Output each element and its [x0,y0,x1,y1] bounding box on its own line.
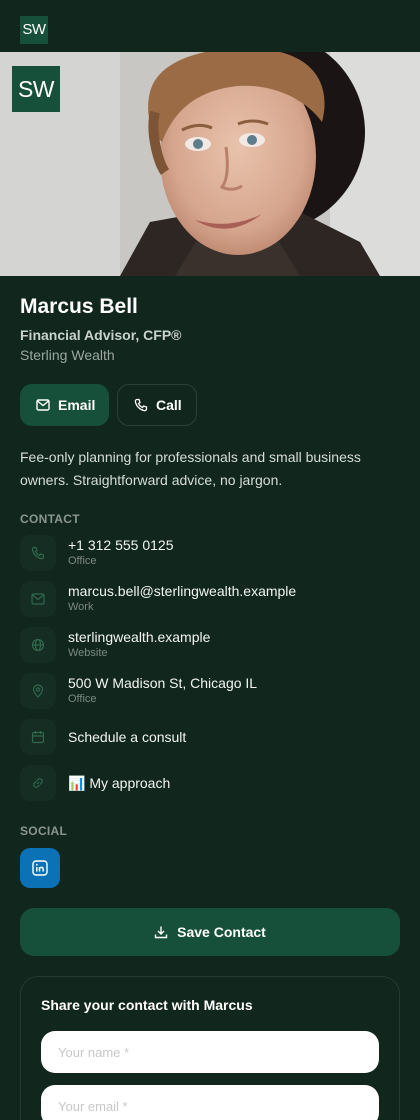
action-buttons: Email Call [20,384,400,426]
mail-icon [36,399,50,411]
profile-title: Financial Advisor, CFP® [20,327,182,343]
email-button-label: Email [58,397,96,413]
share-contact-card: Share your contact with Marcus [20,976,400,1120]
save-contact-label: Save Contact [177,924,266,940]
social-section-label: SOCIAL [20,824,68,838]
contact-item-link[interactable]: 📊 My approach [20,760,400,806]
profile-bio: Fee-only planning for professionals and … [20,449,361,488]
phone-icon [20,535,56,571]
share-name-input[interactable] [41,1031,379,1073]
map-pin-icon [20,673,56,709]
globe-icon [20,627,56,663]
linkedin-button[interactable] [20,848,60,888]
contact-phone-sub: Office [68,555,97,567]
save-contact-button[interactable]: Save Contact [20,908,400,956]
brand-logo-small: SW [20,16,48,44]
profile-photo: SW [0,52,420,276]
top-bar: SW [0,0,420,52]
portrait-illustration [0,52,420,276]
social-list [20,848,400,888]
profile-company: Sterling Wealth [20,347,115,363]
contact-item-phone[interactable]: +1 312 555 0125 Office [20,530,400,576]
contact-email-sub: Work [68,601,94,613]
contact-item-schedule[interactable]: Schedule a consult [20,714,400,760]
brand-logo: SW [12,66,60,112]
contact-link-value: 📊 My approach [68,774,171,791]
mail-icon [20,581,56,617]
contact-email-value: marcus.bell@sterlingwealth.example [68,583,297,599]
link-icon [20,765,56,801]
contact-address-value: 500 W Madison St, Chicago IL [68,675,258,691]
contact-address-sub: Office [68,693,97,705]
share-email-input[interactable] [41,1085,379,1120]
contact-phone-value: +1 312 555 0125 [68,537,174,553]
contact-item-website[interactable]: sterlingwealth.example Website [20,622,400,668]
linkedin-icon [32,860,48,876]
call-button[interactable]: Call [117,384,197,426]
calendar-icon [20,719,56,755]
contact-schedule-value: Schedule a consult [68,728,187,745]
call-button-label: Call [156,397,182,413]
contact-section-label: CONTACT [20,512,80,526]
contact-website-value: sterlingwealth.example [68,629,211,645]
email-button[interactable]: Email [20,384,109,426]
download-icon [154,926,168,939]
contact-item-address[interactable]: 500 W Madison St, Chicago IL Office [20,668,400,714]
contact-list: +1 312 555 0125 Office marcus.bell@sterl… [20,530,400,806]
share-card-title: Share your contact with Marcus [41,997,253,1013]
contact-website-sub: Website [68,647,108,659]
profile-name: Marcus Bell [20,295,138,318]
phone-icon [134,398,148,412]
contact-item-email[interactable]: marcus.bell@sterlingwealth.example Work [20,576,400,622]
